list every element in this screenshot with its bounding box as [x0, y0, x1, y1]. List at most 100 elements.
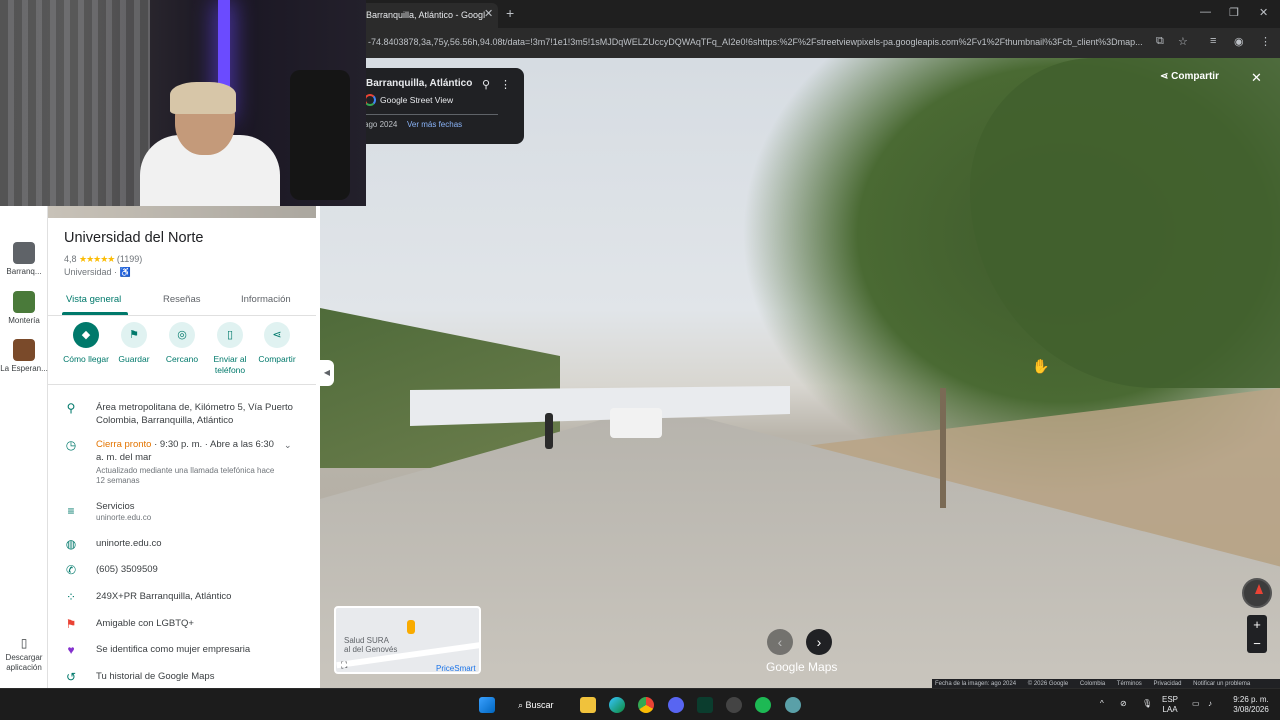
history-icon: ↺: [65, 670, 77, 684]
lgbtq-text: Amigable con LGBTQ+: [96, 618, 194, 629]
terminal-icon[interactable]: [697, 697, 713, 713]
chrome-icon[interactable]: [638, 697, 654, 713]
recent-place-monteria[interactable]: Montería: [0, 291, 48, 326]
place-thumbnail: [13, 339, 35, 361]
recent-place-barranquilla[interactable]: Barranq...: [0, 242, 48, 277]
women-owned-text: Se identifica como mujer empresaria: [96, 644, 251, 655]
divider: [364, 114, 498, 115]
more-dates-link[interactable]: Ver más fechas: [407, 120, 462, 129]
person: [545, 413, 553, 449]
profile-icon[interactable]: ◉: [1234, 35, 1244, 48]
footer-item[interactable]: Colombia: [1080, 681, 1105, 687]
chevron-down-icon[interactable]: ⌄: [284, 440, 292, 451]
phone-icon: ▯: [20, 636, 28, 650]
browser-tab[interactable]: Barranquilla, Atlántico - Googl: [356, 3, 498, 28]
edge-icon[interactable]: [609, 697, 625, 713]
location-title: Barranquilla, Atlántico: [366, 78, 473, 89]
divider: [48, 384, 316, 385]
compass-icon[interactable]: [1242, 578, 1272, 608]
search-icon: ⌕: [518, 700, 526, 710]
zoom-in-button[interactable]: +: [1247, 615, 1267, 634]
install-icon[interactable]: ⧉: [1156, 35, 1164, 48]
google-maps-logo: Google Maps: [766, 660, 838, 674]
download-app-button[interactable]: ▯ Descargar aplicación: [0, 636, 48, 673]
tab-overview[interactable]: Vista general: [66, 294, 121, 305]
tray-chevron-icon[interactable]: ^: [1100, 699, 1104, 709]
hours-status: Cierra pronto: [96, 439, 152, 450]
location-pin-icon: ⚲: [66, 401, 76, 415]
place-photo[interactable]: [48, 206, 316, 218]
clock[interactable]: 9:26 p. m. 3/08/2026: [1226, 695, 1276, 715]
nearby-icon: ◎: [169, 322, 195, 348]
rating-row[interactable]: 4,8 ★★★★★ (1199): [64, 254, 142, 265]
recent-place-la-esperanza[interactable]: La Esperan...: [0, 339, 48, 374]
services-text: Servicios uninorte.edu.co: [96, 500, 306, 523]
restore-icon[interactable]: ❐: [1229, 6, 1239, 19]
download-label: Descargar aplicación: [5, 653, 43, 672]
list-icon: ≡: [67, 504, 75, 518]
plus-code-icon: ⁘: [65, 590, 77, 604]
new-tab-icon[interactable]: +: [506, 5, 514, 21]
close-street-view-icon[interactable]: ✕: [1251, 70, 1262, 86]
zoom-out-button[interactable]: −: [1247, 634, 1267, 653]
place-panel: Universidad del Norte 4,8 ★★★★★ (1199) U…: [48, 206, 320, 688]
hand-cursor-icon: ✋: [1032, 358, 1050, 374]
rating-stars: ★★★★★: [79, 254, 115, 264]
next-arrow-button[interactable]: ›: [806, 629, 832, 655]
street-view-info-card: Barranquilla, Atlántico ⚲ ⋮ Google Stree…: [364, 68, 524, 144]
phone-icon: ✆: [65, 563, 77, 577]
menu-dots-icon[interactable]: ⋮: [1260, 35, 1271, 48]
share-place-button[interactable]: ⋖ Compartir: [249, 322, 305, 365]
url-field[interactable]: -74.8403878,3a,75y,56.56h,94.08t/data=!3…: [368, 37, 1148, 47]
minimize-icon[interactable]: —: [1200, 6, 1211, 18]
hours-note: Actualizado mediante una llamada telefón…: [96, 466, 275, 485]
location-pin-icon[interactable]: ⚲: [482, 78, 490, 91]
place-tabs: Vista general Reseñas Información: [48, 290, 316, 316]
wall: [410, 386, 790, 426]
network-icon[interactable]: ⊘: [1120, 699, 1127, 709]
chair: [290, 70, 350, 200]
taskbar-search[interactable]: ⌕ Buscar: [510, 695, 574, 715]
services-sub: uninorte.edu.co: [96, 513, 152, 522]
file-explorer-icon[interactable]: [580, 697, 596, 713]
previous-arrow-button[interactable]: ‹: [767, 629, 793, 655]
obs-icon[interactable]: [726, 697, 742, 713]
more-options-icon[interactable]: ⋮: [500, 78, 511, 91]
footer-item[interactable]: Términos: [1117, 681, 1142, 687]
spotify-icon[interactable]: [755, 697, 771, 713]
map-label: PriceSmart: [436, 664, 476, 673]
mic-icon[interactable]: 🎙: [1142, 699, 1152, 709]
share-button[interactable]: ⋖ Compartir: [1160, 71, 1219, 82]
keyboard-layout: LAA: [1162, 705, 1178, 714]
fullscreen-icon[interactable]: ⛶: [341, 660, 347, 671]
search-label: Buscar: [525, 700, 554, 710]
tree-trunk: [940, 388, 946, 508]
mini-map[interactable]: Salud SURA al del Genovés PriceSmart ⛶: [334, 606, 481, 674]
collapse-panel-button[interactable]: ◀: [320, 360, 334, 386]
webcam-overlay: [0, 0, 366, 206]
app-icon[interactable]: [785, 697, 801, 713]
display-icon[interactable]: ▭: [1192, 699, 1200, 709]
discord-icon[interactable]: [668, 697, 684, 713]
windows-start-icon[interactable]: [479, 697, 495, 713]
volume-icon[interactable]: ♪: [1208, 699, 1212, 709]
tab-close-icon[interactable]: ✕: [484, 7, 493, 20]
language-indicator[interactable]: ESP LAA: [1162, 695, 1178, 715]
rating-value: 4,8: [64, 254, 77, 264]
pride-flag-icon: ⚑: [65, 617, 77, 631]
directions-icon: ◆: [73, 322, 99, 348]
tab-search-icon[interactable]: ≡: [1210, 35, 1216, 47]
action-buttons: ◆ Cómo llegar ⚑ Guardar ◎ Cercano ▯ Envi…: [48, 322, 316, 386]
rail-label: Montería: [8, 316, 40, 325]
map-label: Salud SURA al del Genovés: [344, 636, 398, 654]
footer-item[interactable]: Notificar un problema: [1193, 681, 1250, 687]
tab-info[interactable]: Información: [241, 294, 291, 305]
street-view-panorama[interactable]: [320, 58, 1280, 688]
history-text: Tu historial de Google Maps: [96, 671, 215, 682]
rail-label: La Esperan...: [0, 364, 48, 373]
tab-reviews[interactable]: Reseñas: [163, 294, 201, 305]
window-close-icon[interactable]: ✕: [1259, 6, 1268, 19]
bookmark-star-icon[interactable]: ☆: [1178, 35, 1188, 48]
phone-text: (605) 3509509: [96, 564, 158, 575]
footer-item[interactable]: Privacidad: [1153, 681, 1181, 687]
